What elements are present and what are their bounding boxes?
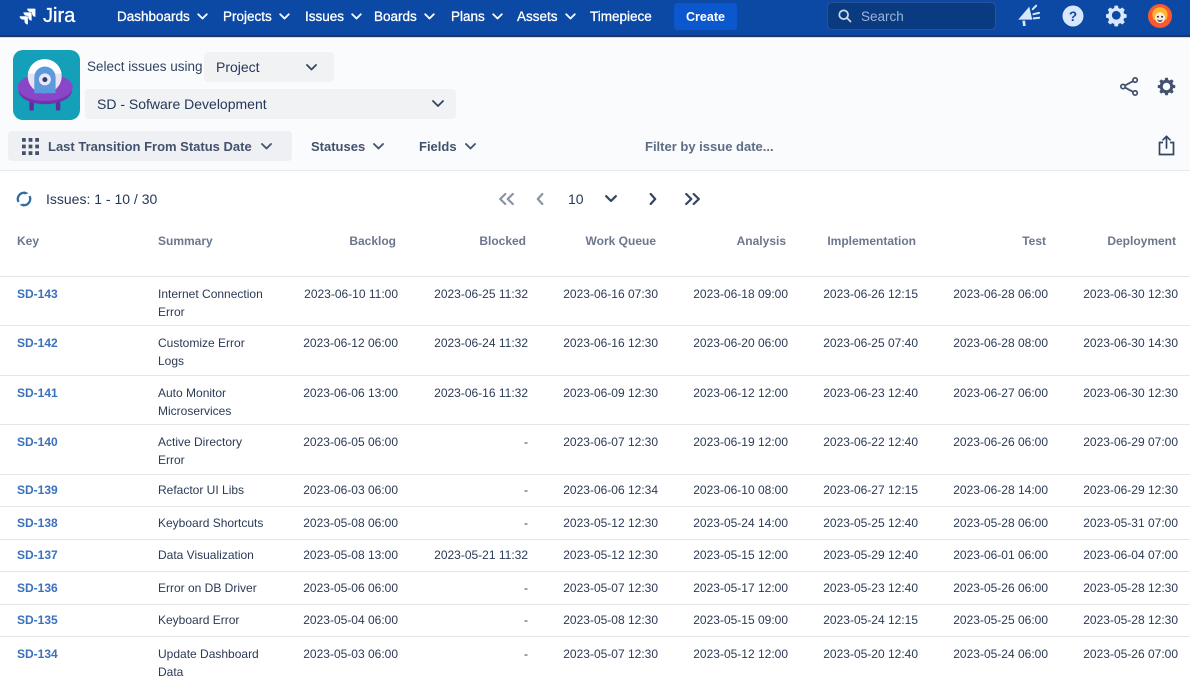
svg-text:?: ? <box>1069 9 1077 24</box>
